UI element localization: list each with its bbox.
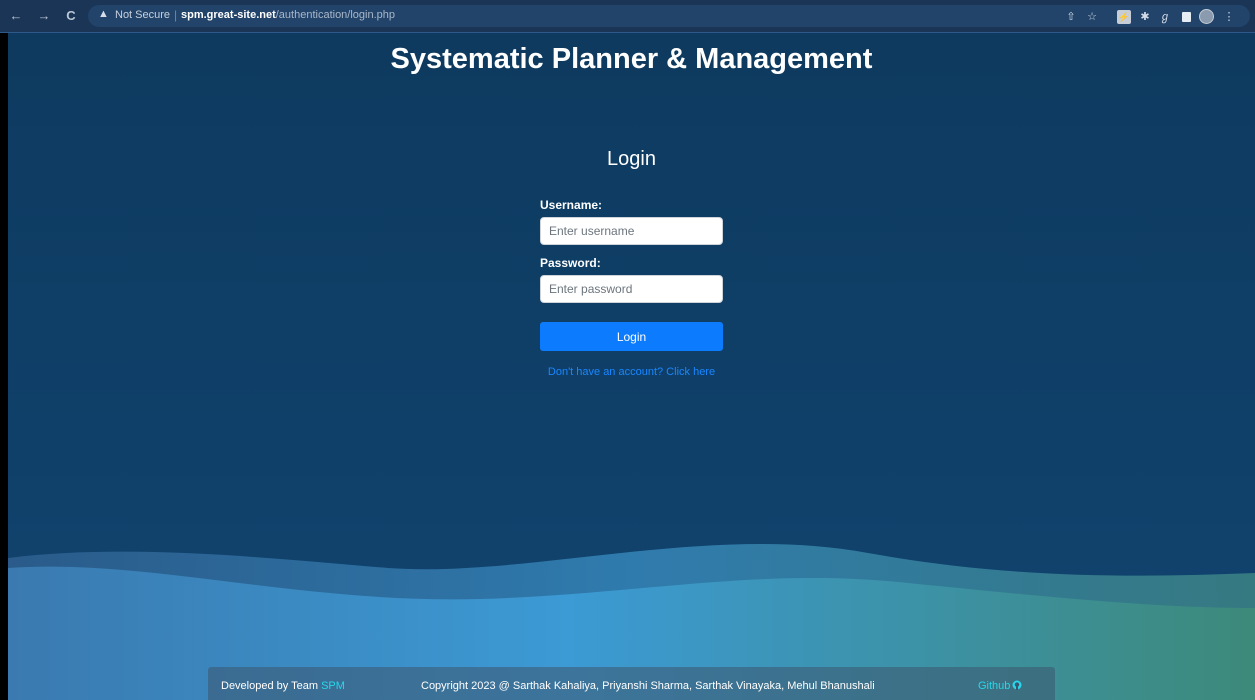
profile-avatar-icon[interactable] [1199,9,1214,24]
github-label: Github [978,680,1011,692]
address-bar[interactable]: ▲ Not Secure | spm.great-site.net/authen… [88,5,1250,27]
extension-bolt-icon[interactable]: ⚡ [1117,10,1131,24]
login-heading: Login [607,148,656,170]
side-panel-icon[interactable] [1182,12,1191,22]
bookmark-star-icon[interactable]: ☆ [1085,10,1099,24]
footer-credit: Developed by Team SPM [221,680,345,692]
url-text[interactable]: spm.great-site.net/authentication/login.… [181,9,395,21]
extensions-puzzle-icon[interactable]: ✱ [1138,10,1152,24]
github-icon [1012,680,1022,690]
share-icon[interactable]: ⇧ [1064,10,1078,24]
url-path: /authentication/login.php [275,9,396,21]
menu-kebab-icon[interactable]: ⋮ [1222,10,1236,24]
extension-swirl-icon[interactable]: ℊ [1158,10,1172,24]
address-separator: | [174,8,178,22]
reload-icon[interactable]: C [63,8,79,24]
developed-by-text: Developed by Team [221,680,322,692]
forward-arrow-icon[interactable]: → [36,8,52,24]
warning-icon[interactable]: ▲ [98,8,109,20]
username-input[interactable] [540,217,723,245]
password-input[interactable] [540,275,723,303]
browser-toolbar: ← → C ▲ Not Secure | spm.great-site.net/… [0,0,1255,33]
back-arrow-icon[interactable]: ← [8,8,24,24]
url-host: spm.great-site.net [181,9,276,21]
page-viewport: Systematic Planner & Management Login Us… [8,33,1255,700]
team-link[interactable]: SPM [321,680,345,692]
register-link[interactable]: Don't have an account? Click here [540,366,723,378]
security-status[interactable]: Not Secure [115,9,170,21]
github-link[interactable]: Github [978,680,1022,692]
footer: Developed by Team SPM Copyright 2023 @ S… [208,667,1055,700]
username-label: Username: [540,198,603,212]
login-button[interactable]: Login [540,322,723,351]
password-label: Password: [540,256,601,270]
footer-copyright: Copyright 2023 @ Sarthak Kahaliya, Priya… [421,680,875,692]
site-title: Systematic Planner & Management [390,43,873,75]
